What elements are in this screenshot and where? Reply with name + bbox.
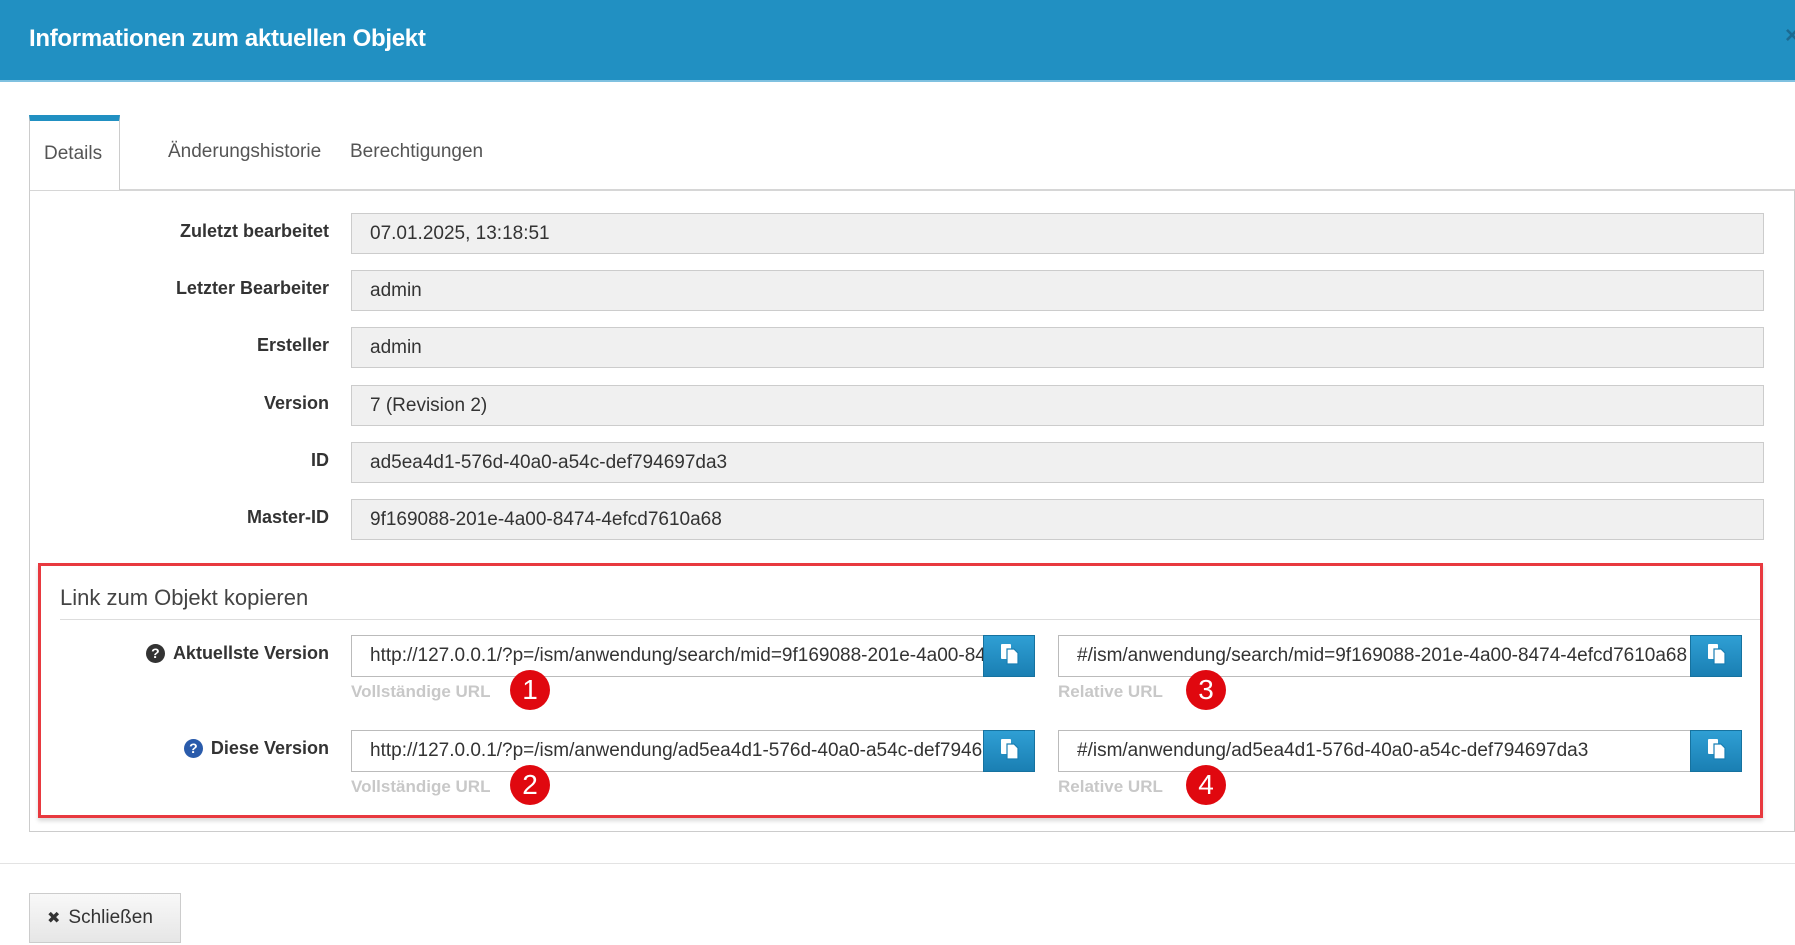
annotation-badge: 4 [1186, 765, 1226, 805]
tab-aenderungshistorie[interactable]: Änderungshistorie [154, 115, 335, 190]
field-label: Zuletzt bearbeitet [179, 221, 329, 241]
annotation-badge: 3 [1186, 670, 1226, 710]
full-url-help: Vollständige URL [351, 777, 491, 796]
field-label: Letzter Bearbeiter [175, 278, 329, 299]
full-url-input[interactable]: http://127.0.0.1/?p=/ism/anwendung/searc… [351, 635, 991, 677]
close-icon[interactable]: × [1785, 22, 1795, 50]
annotation-badge: 2 [510, 765, 550, 805]
field-value[interactable]: 7 (Revision 2) [351, 384, 1764, 426]
copy-full-url-button[interactable] [983, 730, 1035, 772]
copy-icon [1706, 738, 1726, 765]
field-value[interactable]: 9f169088-201e-4a00-8474-4efcd7610a68 [351, 499, 1764, 540]
dialog-header: Informationen zum aktuellen Objekt × [0, 0, 1795, 82]
divider [0, 863, 1795, 864]
relative-url-input[interactable]: #/ism/anwendung/search/mid=9f169088-201e… [1058, 635, 1698, 677]
field-value[interactable]: admin [351, 270, 1764, 312]
field-label: ID [311, 449, 329, 470]
link-row-label: ? Aktuellste Version [145, 643, 329, 664]
help-icon[interactable]: ? [145, 644, 165, 663]
field-value[interactable]: ad5ea4d1-576d-40a0-a54c-def794697da3 [351, 441, 1764, 483]
copy-full-url-button[interactable] [983, 635, 1035, 677]
field-value[interactable]: 07.01.2025, 13:18:51 [351, 213, 1764, 254]
link-row-label: ? Diese Version [183, 738, 329, 759]
field-label: Ersteller [256, 335, 329, 356]
help-icon[interactable]: ? [183, 739, 203, 758]
copy-relative-url-button[interactable] [1690, 730, 1742, 772]
relative-url-input[interactable]: #/ism/anwendung/ad5ea4d1-576d-40a0-a54c-… [1058, 730, 1698, 772]
dialog-title: Informationen zum aktuellen Objekt [29, 25, 426, 52]
field-label: Master-ID [246, 507, 329, 527]
relative-url-help: Relative URL [1058, 682, 1163, 701]
annotation-badge: 1 [510, 670, 550, 710]
field-label: Version [263, 392, 329, 413]
link-section-title: Link zum Objekt kopieren [60, 585, 309, 610]
copy-icon [999, 738, 1019, 765]
close-x-icon: ✖ [47, 910, 61, 927]
tab-bar: Details Änderungshistorie Berechtigungen [29, 115, 1795, 190]
close-button[interactable]: ✖ Schließen [29, 893, 181, 943]
full-url-help: Vollständige URL [351, 682, 491, 701]
field-value[interactable]: admin [351, 327, 1764, 369]
copy-icon [999, 643, 1019, 670]
relative-url-help: Relative URL [1058, 777, 1163, 796]
tab-berechtigungen[interactable]: Berechtigungen [336, 115, 497, 190]
close-label: Schließen [68, 907, 153, 928]
copy-icon [1706, 643, 1726, 670]
divider [60, 619, 1760, 620]
copy-relative-url-button[interactable] [1690, 635, 1742, 677]
full-url-input[interactable]: http://127.0.0.1/?p=/ism/anwendung/ad5ea… [351, 730, 991, 772]
tab-details[interactable]: Details [29, 115, 120, 190]
